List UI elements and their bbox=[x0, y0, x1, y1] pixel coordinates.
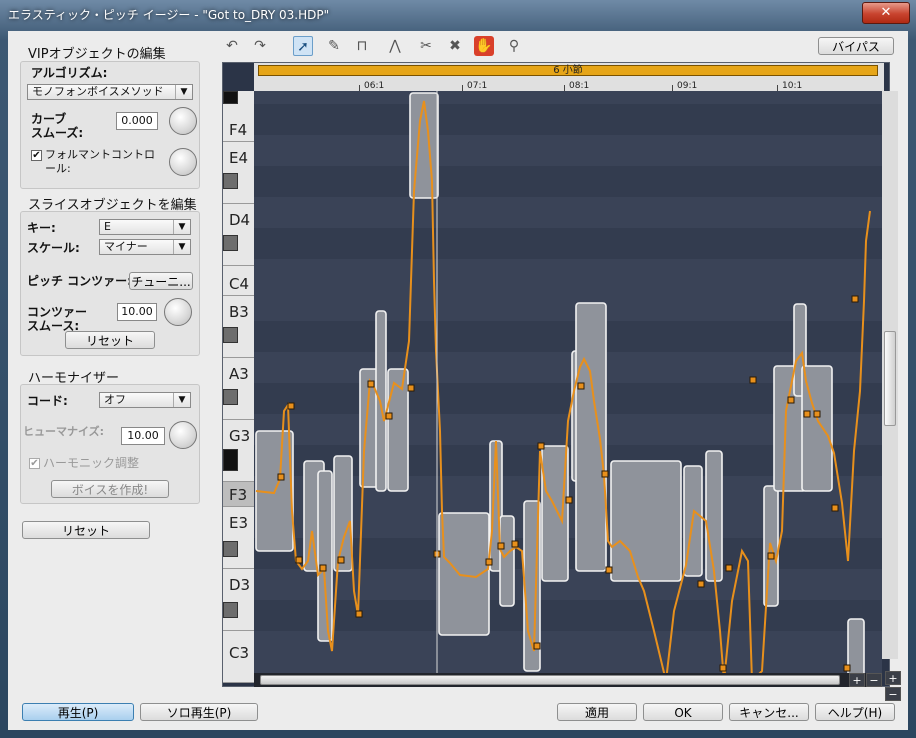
slice-reset-button[interactable]: リセット bbox=[65, 331, 155, 349]
formant-checkbox[interactable]: ✔ bbox=[31, 150, 42, 161]
algorithm-select[interactable]: モノフォンボイスメソッド ▼ bbox=[27, 84, 193, 100]
bar-label: 06:1 bbox=[364, 81, 385, 91]
chevron-down-icon: ▼ bbox=[173, 240, 190, 254]
zoom-out-vertical-button[interactable]: − bbox=[885, 687, 901, 701]
chord-select[interactable]: オフ ▼ bbox=[99, 392, 191, 408]
slice-group: キー: E ▼ スケール: マイナー ▼ ピッチ コンツァー: チューニ... … bbox=[20, 211, 200, 356]
key-c4[interactable]: C4 bbox=[223, 266, 254, 296]
algorithm-value: モノフォンボイスメソッド bbox=[32, 85, 164, 98]
humanize-input[interactable]: 10.00 bbox=[121, 427, 165, 445]
scale-label: スケール: bbox=[27, 241, 80, 255]
formant-label: フォルマントコントロール: bbox=[45, 148, 155, 175]
help-button[interactable]: ヘルプ(H) bbox=[815, 703, 895, 721]
black-key[interactable] bbox=[223, 173, 238, 189]
curve-smooth-input[interactable]: 0.000 bbox=[116, 112, 158, 130]
bar-label: 09:1 bbox=[677, 81, 698, 91]
gate-icon[interactable]: ⊓ bbox=[352, 36, 372, 56]
zoom-in-vertical-button[interactable]: + bbox=[885, 671, 901, 685]
curve-smooth-label: カーブ スムーズ: bbox=[31, 112, 84, 140]
algorithm-label: アルゴリズム: bbox=[31, 66, 108, 80]
pencil-icon[interactable]: ✎ bbox=[324, 36, 344, 56]
undo-icon[interactable]: ↶ bbox=[222, 36, 242, 56]
humanize-label: ヒューマナイズ: bbox=[23, 425, 105, 438]
app-window: エラスティック・ピッチ イージー - "Got to_DRY 03.HDP" ✕… bbox=[0, 0, 916, 738]
apply-button[interactable]: 適用 bbox=[557, 703, 637, 721]
vip-group: アルゴリズム: モノフォンボイスメソッド ▼ カーブ スムーズ: 0.000 ✔… bbox=[20, 61, 200, 189]
black-key[interactable] bbox=[223, 541, 238, 557]
humanize-knob[interactable] bbox=[169, 421, 197, 449]
bar-label: 08:1 bbox=[569, 81, 590, 91]
window-title: エラスティック・ピッチ イージー - "Got to_DRY 03.HDP" bbox=[8, 8, 330, 22]
black-key[interactable] bbox=[223, 602, 238, 618]
bar-label: 10:1 bbox=[782, 81, 803, 91]
contour-smooth-label: コンツァー スムース: bbox=[27, 305, 88, 333]
chevron-down-icon: ▼ bbox=[173, 393, 190, 407]
harmonic-checkbox[interactable]: ✔ bbox=[29, 458, 40, 469]
title-bar: エラスティック・ピッチ イージー - "Got to_DRY 03.HDP" ✕ bbox=[0, 0, 916, 30]
hand-icon[interactable]: ✋ bbox=[474, 36, 494, 56]
vip-section-title: VIPオブジェクトの編集 bbox=[28, 47, 166, 62]
key-value: E bbox=[104, 220, 111, 233]
redo-icon[interactable]: ↷ bbox=[250, 36, 270, 56]
harmonizer-group: コード: オフ ▼ ヒューマナイズ: 10.00 ✔ ハーモニック調整 ボイスを… bbox=[20, 384, 200, 504]
contour-smooth-input[interactable]: 10.00 bbox=[117, 303, 157, 321]
horizontal-scrollbar[interactable] bbox=[254, 673, 882, 687]
bar-label: 07:1 bbox=[467, 81, 488, 91]
black-key[interactable] bbox=[223, 389, 238, 405]
close-button[interactable]: ✕ bbox=[862, 2, 910, 24]
reset-button[interactable]: リセット bbox=[22, 521, 150, 539]
curve-icon[interactable]: ⋀ bbox=[385, 36, 405, 56]
solo-play-button[interactable]: ソロ再生(P) bbox=[140, 703, 258, 721]
chord-label: コード: bbox=[27, 394, 68, 408]
scale-value: マイナー bbox=[104, 240, 148, 253]
cancel-button[interactable]: キャンセ... bbox=[729, 703, 809, 721]
loop-region[interactable]: 6 小節 bbox=[258, 65, 878, 76]
chevron-down-icon: ▼ bbox=[173, 220, 190, 234]
zoom-in-horizontal-button[interactable]: + bbox=[849, 673, 865, 687]
client-area: VIPオブジェクトの編集 アルゴリズム: モノフォンボイスメソッド ▼ カーブ … bbox=[8, 31, 908, 730]
play-button[interactable]: 再生(P) bbox=[22, 703, 134, 721]
contour-label: ピッチ コンツァー: bbox=[27, 274, 132, 288]
key-d3[interactable]: D3 bbox=[223, 569, 254, 631]
create-voice-button[interactable]: ボイスを作成! bbox=[51, 480, 169, 498]
pitch-editor: 6 小節 06:1 07:1 08:1 09:1 10:1 F4 E4 D4 C… bbox=[222, 62, 901, 701]
formant-knob[interactable] bbox=[169, 148, 197, 176]
vertical-scrollbar[interactable] bbox=[882, 91, 898, 659]
scale-select[interactable]: マイナー ▼ bbox=[99, 239, 191, 255]
key-f3[interactable]: F3 bbox=[223, 482, 254, 507]
curve-smooth-knob[interactable] bbox=[169, 107, 197, 135]
ok-button[interactable]: OK bbox=[643, 703, 723, 721]
key-e3[interactable]: E3 bbox=[223, 507, 254, 569]
timeline-ruler[interactable]: 6 小節 06:1 07:1 08:1 09:1 10:1 bbox=[254, 63, 884, 92]
scissors-icon[interactable]: ✂ bbox=[416, 36, 436, 56]
pointer-icon[interactable]: ➚ bbox=[293, 36, 313, 56]
close-icon: ✕ bbox=[880, 5, 892, 20]
chord-value: オフ bbox=[104, 393, 126, 406]
chevron-down-icon: ▼ bbox=[175, 85, 192, 99]
piano-keyboard: F4 E4 D4 C4 B3 A3 G3 F3 E3 D3 C3 bbox=[223, 91, 254, 683]
erase-icon[interactable]: ✖ bbox=[445, 36, 465, 56]
horizontal-scroll-thumb[interactable] bbox=[260, 675, 840, 685]
black-key[interactable] bbox=[223, 235, 238, 251]
bypass-button[interactable]: バイパス bbox=[818, 37, 894, 55]
black-key[interactable] bbox=[223, 449, 238, 471]
harmonic-label: ハーモニック調整 bbox=[43, 456, 140, 470]
key-select[interactable]: E ▼ bbox=[99, 219, 191, 235]
zoom-icon[interactable]: ⚲ bbox=[504, 36, 524, 56]
vertical-scroll-thumb[interactable] bbox=[884, 331, 896, 426]
key-c3[interactable]: C3 bbox=[223, 631, 254, 683]
contour-button[interactable]: チューニ... bbox=[129, 272, 193, 290]
contour-smooth-knob[interactable] bbox=[164, 298, 192, 326]
key-label: キー: bbox=[27, 221, 56, 235]
pitch-roll-canvas bbox=[254, 91, 882, 683]
black-key[interactable] bbox=[223, 91, 238, 104]
black-key[interactable] bbox=[223, 327, 238, 343]
pitch-roll[interactable] bbox=[254, 91, 882, 683]
zoom-out-horizontal-button[interactable]: − bbox=[866, 673, 882, 687]
